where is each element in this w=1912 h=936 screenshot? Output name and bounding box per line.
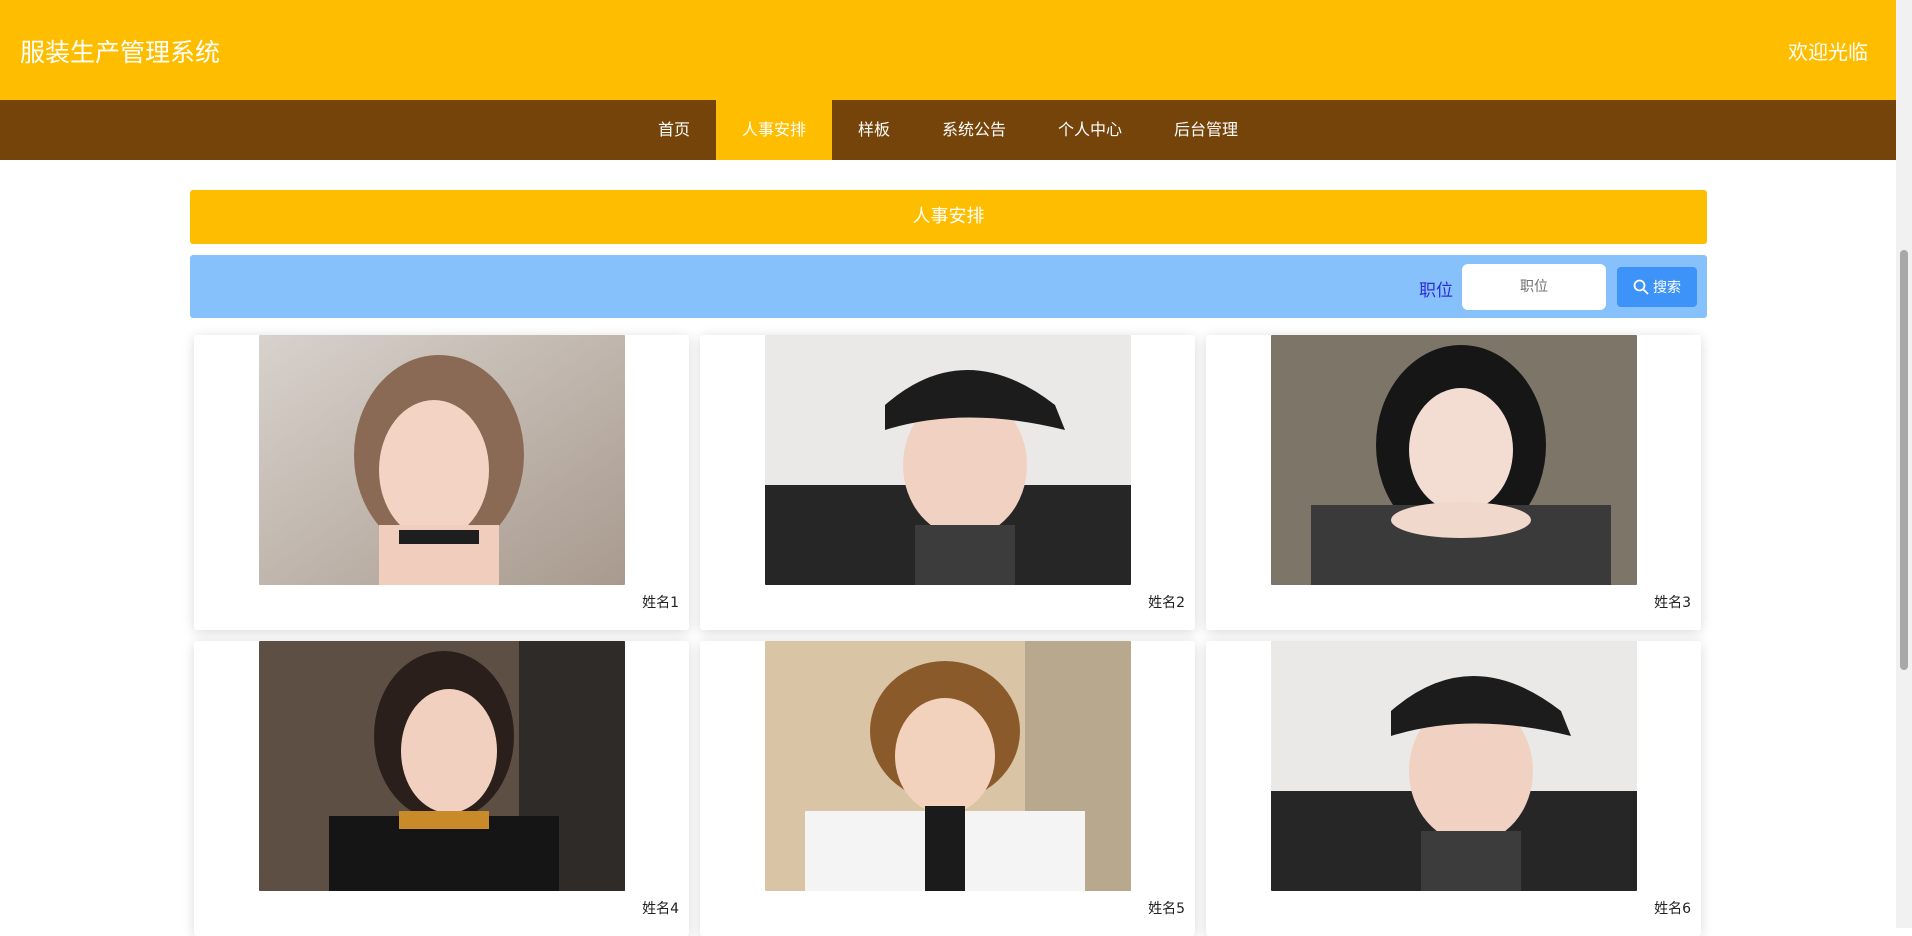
personnel-grid: 姓名1 姓名2 姓名3 姓名4 姓名5 姓名6: [194, 335, 1707, 936]
nav-item-profile[interactable]: 个人中心: [1032, 100, 1148, 160]
nav-item-home[interactable]: 首页: [632, 100, 716, 160]
search-icon: [1633, 279, 1649, 294]
position-search-input[interactable]: [1462, 263, 1606, 310]
nav-item-personnel[interactable]: 人事安排: [715, 100, 832, 160]
employee-name: 姓名4: [642, 901, 679, 917]
employee-name: 姓名3: [1654, 595, 1691, 611]
personnel-card[interactable]: 姓名2: [700, 335, 1195, 630]
search-button-label: 搜索: [1653, 279, 1681, 296]
app-title: 服装生产管理系统: [20, 38, 221, 67]
employee-name: 姓名6: [1654, 901, 1691, 917]
portrait-photo: [1271, 335, 1637, 585]
personnel-card[interactable]: 姓名3: [1206, 335, 1701, 630]
portrait-photo: [259, 335, 625, 585]
employee-name: 姓名1: [642, 595, 679, 611]
section-title: 人事安排: [190, 190, 1707, 244]
portrait-photo: [765, 641, 1131, 891]
personnel-card[interactable]: 姓名1: [194, 335, 689, 630]
nav-item-announcements[interactable]: 系统公告: [916, 100, 1032, 160]
personnel-card[interactable]: 姓名5: [700, 641, 1195, 936]
top-header: 服装生产管理系统 欢迎光临: [0, 0, 1896, 100]
nav-item-admin[interactable]: 后台管理: [1148, 100, 1264, 160]
employee-name: 姓名2: [1148, 595, 1185, 611]
portrait-photo: [259, 641, 625, 891]
portrait-photo: [765, 335, 1131, 585]
main-nav: 首页 人事安排 样板 系统公告 个人中心 后台管理: [0, 100, 1896, 160]
search-button[interactable]: 搜索: [1617, 266, 1697, 307]
search-bar: 职位 搜索: [190, 255, 1707, 318]
personnel-card[interactable]: 姓名4: [194, 641, 689, 936]
search-label: 职位: [1419, 281, 1453, 301]
portrait-photo: [1271, 641, 1637, 891]
nav-item-template[interactable]: 样板: [832, 100, 916, 160]
page-scrollbar[interactable]: [1896, 0, 1912, 928]
scrollbar-thumb[interactable]: [1900, 250, 1908, 670]
welcome-text: 欢迎光临: [1788, 40, 1868, 64]
personnel-card[interactable]: 姓名6: [1206, 641, 1701, 936]
employee-name: 姓名5: [1148, 901, 1185, 917]
main-content: 人事安排 职位 搜索 姓名1: [190, 190, 1707, 936]
